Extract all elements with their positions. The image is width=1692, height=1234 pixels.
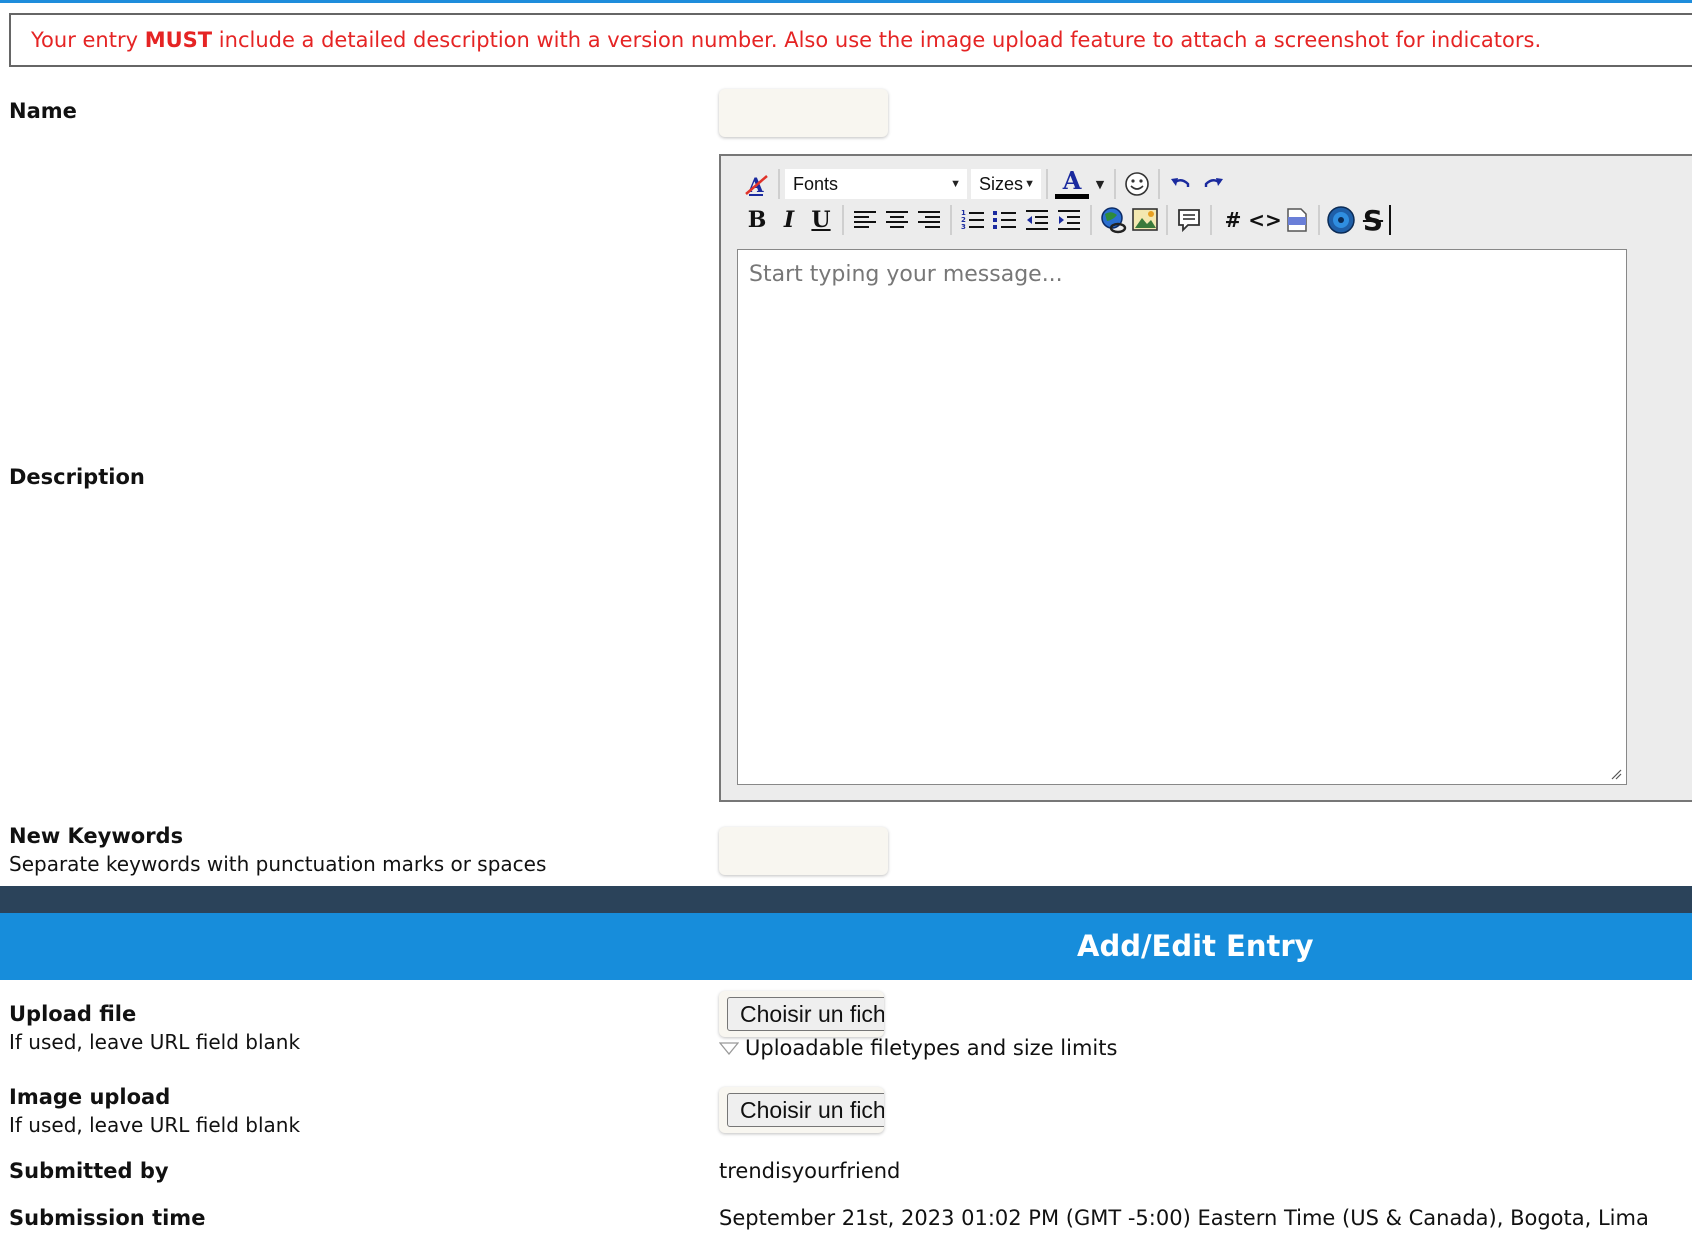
insert-link-icon[interactable] (1097, 204, 1129, 236)
description-textarea[interactable]: Start typing your message... (737, 249, 1627, 785)
submission-notice: Your entry MUST include a detailed descr… (9, 13, 1692, 67)
triangle-down-icon (719, 1042, 739, 1055)
name-input[interactable] (719, 89, 888, 137)
toolbar-separator (778, 169, 780, 199)
toolbar-separator (1318, 205, 1320, 235)
submission-time-value: September 21st, 2023 01:02 PM (GMT -5:00… (719, 1206, 1649, 1230)
rich-text-editor: A Fonts ▼ Sizes ▼ A ▼ (719, 154, 1692, 802)
hashtag-icon[interactable]: # (1217, 204, 1249, 236)
undo-icon[interactable] (1165, 168, 1197, 200)
filetypes-toggle-label: Uploadable filetypes and size limits (745, 1036, 1118, 1060)
text-color-glyph: A (1062, 166, 1082, 195)
toolbar-separator (1046, 169, 1048, 199)
strikethrough-icon[interactable]: S (1357, 203, 1389, 237)
toolbar-separator (950, 205, 952, 235)
code-glyph: <> (1248, 208, 1282, 232)
fonts-select-label: Fonts (793, 173, 839, 194)
remove-format-icon[interactable]: A (741, 168, 773, 200)
image-upload-help: If used, leave URL field blank (9, 1113, 301, 1137)
upload-file-field: Choisir un fich (719, 991, 884, 1037)
section-header: Add/Edit Entry (0, 913, 1692, 980)
smiley-icon[interactable] (1121, 168, 1153, 200)
outdent-icon[interactable] (1021, 204, 1053, 236)
filetypes-toggle[interactable]: Uploadable filetypes and size limits (719, 1036, 1117, 1060)
bold-glyph: B (747, 207, 767, 233)
align-right-icon[interactable] (913, 204, 945, 236)
submission-time-label: Submission time (9, 1206, 206, 1230)
unordered-list-icon[interactable] (989, 204, 1021, 236)
submitted-by-value: trendisyourfriend (719, 1159, 901, 1183)
image-upload-label: Image upload (9, 1085, 171, 1109)
code-icon[interactable]: <> (1248, 204, 1282, 236)
php-icon[interactable] (1281, 204, 1313, 236)
underline-icon[interactable]: U (805, 204, 837, 236)
ordered-list-icon[interactable]: 123 (957, 204, 989, 236)
bold-icon[interactable]: B (741, 204, 773, 236)
quote-icon[interactable] (1173, 204, 1205, 236)
editor-toolbar-row-1: A Fonts ▼ Sizes ▼ A ▼ (741, 168, 1229, 200)
textarea-placeholder: Start typing your message... (749, 262, 1063, 287)
choose-file-button[interactable]: Choisir un fich (727, 997, 884, 1031)
upload-file-help: If used, leave URL field blank (9, 1030, 301, 1054)
choose-image-button[interactable]: Choisir un fich (727, 1093, 884, 1127)
color-dropdown-icon[interactable]: ▼ (1091, 168, 1109, 200)
strike-glyph: S (1362, 203, 1384, 237)
sizes-select-label: Sizes (979, 173, 1024, 194)
toolbar-separator (1114, 169, 1116, 199)
submitted-by-label: Submitted by (9, 1159, 169, 1183)
redo-icon[interactable] (1197, 168, 1229, 200)
keywords-input[interactable] (719, 827, 888, 875)
italic-glyph: I (783, 207, 795, 233)
section-divider (0, 886, 1692, 913)
section-title: Add/Edit Entry (1077, 929, 1314, 963)
toolbar-separator (1158, 169, 1160, 199)
hash-glyph: # (1224, 208, 1242, 232)
indent-icon[interactable] (1053, 204, 1085, 236)
image-upload-field: Choisir un fich (719, 1087, 884, 1133)
resize-handle-icon[interactable] (1610, 768, 1622, 780)
insert-image-icon[interactable] (1129, 204, 1161, 236)
description-label: Description (9, 465, 145, 489)
toolbar-separator (1090, 205, 1092, 235)
top-accent-line (0, 0, 1692, 3)
align-left-icon[interactable] (849, 204, 881, 236)
align-center-icon[interactable] (881, 204, 913, 236)
notice-emphasis: MUST (144, 28, 213, 52)
media-icon[interactable] (1325, 204, 1357, 236)
notice-text-post: include a detailed description with a ve… (212, 28, 1542, 52)
svg-text:3: 3 (961, 223, 966, 231)
toolbar-separator (1166, 205, 1168, 235)
toolbar-end-marker (1389, 205, 1391, 235)
toolbar-separator (1210, 205, 1212, 235)
upload-file-label: Upload file (9, 1002, 137, 1026)
chevron-down-icon: ▼ (950, 178, 961, 190)
keywords-label: New Keywords (9, 824, 184, 848)
chevron-down-icon: ▼ (1024, 178, 1035, 190)
editor-toolbar-row-2: B I U 123 # <> S (741, 203, 1391, 237)
keywords-help: Separate keywords with punctuation marks… (9, 852, 547, 876)
underline-glyph: U (811, 207, 831, 233)
color-swatch (1055, 194, 1089, 199)
name-label: Name (9, 99, 77, 123)
text-color-icon[interactable]: A (1053, 168, 1091, 200)
fonts-select[interactable]: Fonts ▼ (785, 169, 967, 199)
sizes-select[interactable]: Sizes ▼ (971, 169, 1041, 199)
notice-text-pre: Your entry (31, 28, 145, 52)
toolbar-separator (842, 205, 844, 235)
italic-icon[interactable]: I (773, 204, 805, 236)
